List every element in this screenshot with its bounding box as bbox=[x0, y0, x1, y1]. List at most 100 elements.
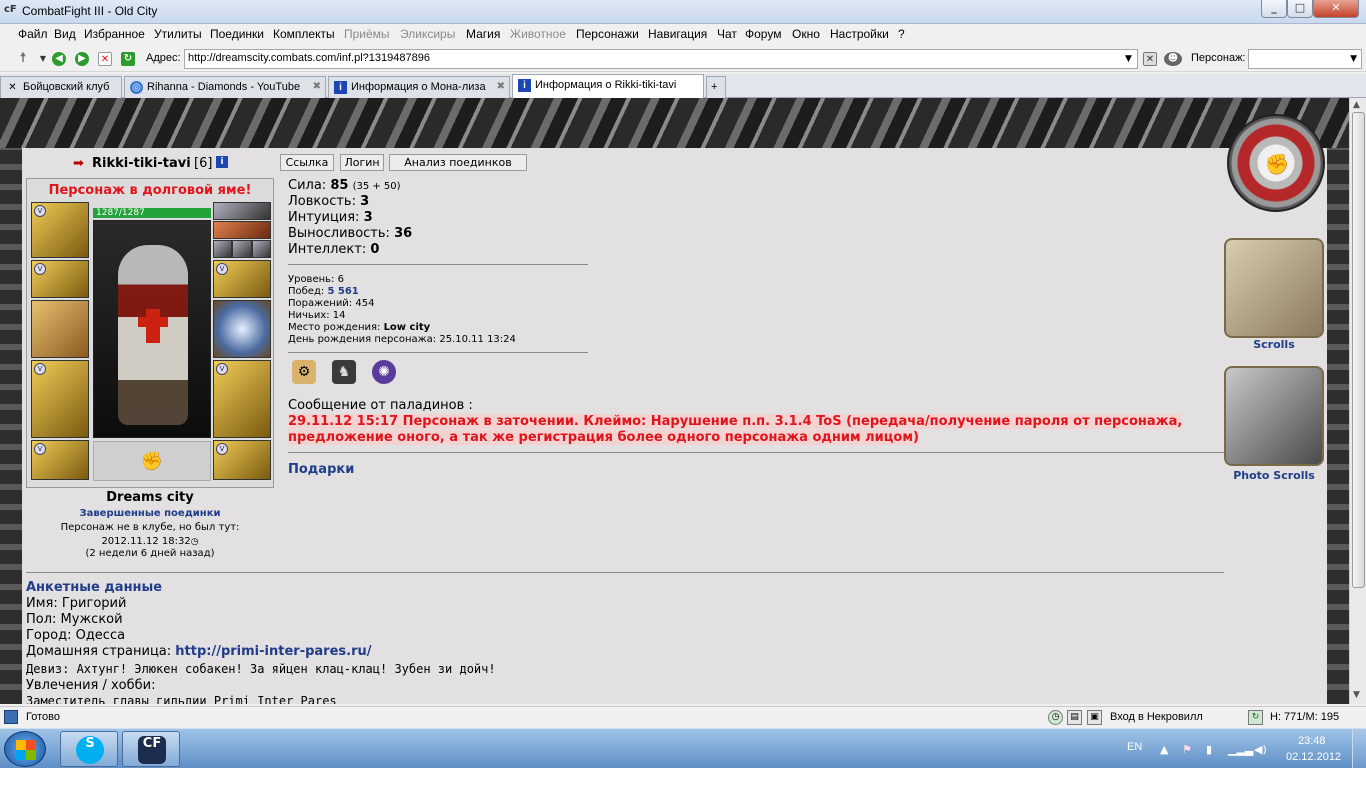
clock-refresh-icon[interactable]: ◷ bbox=[1048, 710, 1063, 725]
show-desktop-button[interactable] bbox=[1352, 729, 1366, 769]
link-button[interactable]: Ссылка bbox=[280, 154, 334, 171]
finished-fights-link[interactable]: Завершенные поединки bbox=[26, 508, 274, 519]
frame-right bbox=[1327, 148, 1349, 704]
signal-icon[interactable]: ▁▂▃ bbox=[1228, 743, 1253, 756]
vertical-scrollbar[interactable]: ▲ ▼ bbox=[1349, 98, 1366, 704]
menu-utilities[interactable]: Утилиты bbox=[154, 27, 202, 41]
refresh-icon[interactable]: ↻ bbox=[1248, 710, 1263, 725]
language-indicator[interactable]: EN bbox=[1127, 741, 1142, 753]
new-tab-button[interactable]: + bbox=[706, 76, 726, 98]
paladin-message-title: Сообщение от паладинов : bbox=[288, 398, 473, 413]
users-icon[interactable]: ☻ bbox=[1164, 52, 1182, 66]
stop-icon[interactable]: ✕ bbox=[98, 52, 112, 66]
earrings-slot[interactable] bbox=[213, 202, 271, 220]
tab-youtube[interactable]: ◎ Rihanna - Diamonds - YouTube ✖ bbox=[124, 76, 326, 98]
amulet-slot[interactable] bbox=[213, 221, 271, 239]
maximize-button[interactable]: □ bbox=[1287, 0, 1313, 18]
gifts-link[interactable]: Подарки bbox=[288, 462, 354, 477]
image-icon[interactable]: ▣ bbox=[1087, 710, 1102, 725]
last-seen-time: 2012.11.12 18:32 bbox=[101, 536, 191, 547]
ring-slot-2[interactable] bbox=[232, 240, 252, 258]
scrolls-link[interactable]: Scrolls bbox=[1224, 338, 1324, 351]
ring-slot-3[interactable] bbox=[252, 240, 271, 258]
armor-slot[interactable]: V bbox=[31, 360, 89, 438]
tab-rikki[interactable]: i Информация о Rikki-tiki-tavi bbox=[512, 74, 704, 98]
wins-link[interactable]: 5 561 bbox=[327, 286, 358, 297]
volume-icon[interactable]: ◀) bbox=[1254, 743, 1267, 756]
profile-name: Имя: Григорий bbox=[26, 596, 127, 611]
document-icon[interactable]: ▤ bbox=[1067, 710, 1082, 725]
start-button[interactable] bbox=[4, 731, 46, 767]
stat-endurance: Выносливость: 36 bbox=[288, 226, 413, 241]
photo-scrolls-link[interactable]: Photo Scrolls bbox=[1224, 469, 1324, 482]
fist-emblem-icon[interactable]: ✊ bbox=[1227, 114, 1325, 212]
boots-slot[interactable]: V bbox=[213, 440, 271, 480]
character-name: Rikki-tiki-tavi bbox=[92, 156, 191, 171]
info-icon[interactable]: i bbox=[216, 156, 228, 168]
close-button[interactable]: ✕ bbox=[1313, 0, 1359, 18]
dropdown-arrow-icon[interactable]: ▼ bbox=[36, 52, 50, 66]
address-input[interactable]: http://dreamscity.combats.com/inf.pl?131… bbox=[184, 49, 1138, 69]
address-dropdown-icon[interactable]: ▼ bbox=[1125, 54, 1132, 64]
tab-label: Бойцовский клуб bbox=[23, 81, 110, 93]
tray-expand-icon[interactable]: ▲ bbox=[1160, 743, 1168, 756]
weapon-slot[interactable] bbox=[31, 300, 89, 358]
info-icon: i bbox=[518, 79, 531, 92]
magic-orb-badge-icon[interactable]: ✺ bbox=[372, 360, 396, 384]
necroville-entry[interactable]: Вход в Некровилл bbox=[1110, 711, 1203, 723]
scroll-badge-icon[interactable]: ⚙ bbox=[292, 360, 316, 384]
battery-icon[interactable]: ▮ bbox=[1206, 743, 1212, 756]
forward-arrow-icon[interactable]: ▶ bbox=[75, 52, 89, 66]
menu-sets[interactable]: Комплекты bbox=[273, 27, 335, 41]
scrolls-book-icon[interactable] bbox=[1224, 238, 1324, 338]
clock-date[interactable]: 02.12.2012 bbox=[1286, 751, 1341, 763]
scrollbar-thumb[interactable] bbox=[1352, 112, 1365, 588]
page-icon[interactable]: ✕ bbox=[1143, 52, 1157, 66]
photo-camera-icon[interactable] bbox=[1224, 366, 1324, 466]
network-error-icon[interactable]: ⚑ bbox=[1182, 743, 1192, 756]
menu-animal[interactable]: Животное bbox=[510, 27, 566, 41]
page-content: ✊ ➡ Rikki-tiki-tavi [6] i Ссылка Логин А… bbox=[0, 98, 1349, 704]
tab-mona-lisa[interactable]: i Информация о Мона-лиза ✖ bbox=[328, 76, 510, 98]
menu-window[interactable]: Окно bbox=[792, 27, 820, 41]
combatfight-task-button[interactable]: CF bbox=[122, 731, 180, 767]
scroll-up-icon[interactable]: ▲ bbox=[1353, 100, 1360, 110]
persona-select[interactable]: ▼ bbox=[1248, 49, 1362, 69]
ring-slot-1[interactable] bbox=[213, 240, 232, 258]
pin-icon[interactable]: ☨ bbox=[16, 52, 30, 66]
menu-techniques[interactable]: Приёмы bbox=[344, 27, 390, 41]
menu-view[interactable]: Вид bbox=[54, 27, 76, 41]
menu-forum[interactable]: Форум bbox=[745, 27, 781, 41]
menu-help[interactable]: ? bbox=[898, 27, 905, 41]
menu-characters[interactable]: Персонажи bbox=[576, 27, 639, 41]
scroll-down-icon[interactable]: ▼ bbox=[1353, 690, 1360, 700]
shield-slot[interactable] bbox=[213, 300, 271, 358]
bracers-slot[interactable]: V bbox=[31, 260, 89, 298]
login-button[interactable]: Логин bbox=[340, 154, 384, 171]
menu-favorites[interactable]: Избранное bbox=[84, 27, 145, 41]
menu-chat[interactable]: Чат bbox=[717, 27, 737, 41]
tab-fight-club[interactable]: ✕ Бойцовский клуб bbox=[0, 76, 122, 98]
menu-magic[interactable]: Магия bbox=[466, 27, 500, 41]
gloves-slot[interactable]: V bbox=[213, 260, 271, 298]
minimize-button[interactable]: _ bbox=[1261, 0, 1287, 18]
knight-badge-icon[interactable]: ♞ bbox=[332, 360, 356, 384]
close-tab-icon[interactable]: ✖ bbox=[313, 81, 321, 92]
homepage-link[interactable]: http://primi-inter-pares.ru/ bbox=[175, 644, 371, 659]
greaves-slot[interactable]: V bbox=[213, 360, 271, 438]
refresh-icon[interactable]: ↻ bbox=[121, 52, 135, 66]
menu-elixirs[interactable]: Эликсиры bbox=[400, 27, 455, 41]
menu-settings[interactable]: Настройки bbox=[830, 27, 889, 41]
taskbar: S CF EN ▲ ⚑ ▮ ▁▂▃ ◀) 23:48 02.12.2012 bbox=[0, 728, 1366, 769]
menu-file[interactable]: Файл bbox=[18, 27, 48, 41]
close-tab-icon[interactable]: ✖ bbox=[497, 81, 505, 92]
menu-navigation[interactable]: Навигация bbox=[648, 27, 707, 41]
clock-time[interactable]: 23:48 bbox=[1298, 735, 1326, 747]
helmet-slot[interactable]: V bbox=[31, 202, 89, 258]
skype-task-button[interactable]: S bbox=[60, 731, 118, 767]
menu-fights[interactable]: Поединки bbox=[210, 27, 264, 41]
header-banner bbox=[0, 98, 1349, 148]
fight-analysis-button[interactable]: Анализ поединков bbox=[389, 154, 527, 171]
belt-slot[interactable]: V bbox=[31, 440, 89, 480]
back-arrow-icon[interactable]: ◀ bbox=[52, 52, 66, 66]
